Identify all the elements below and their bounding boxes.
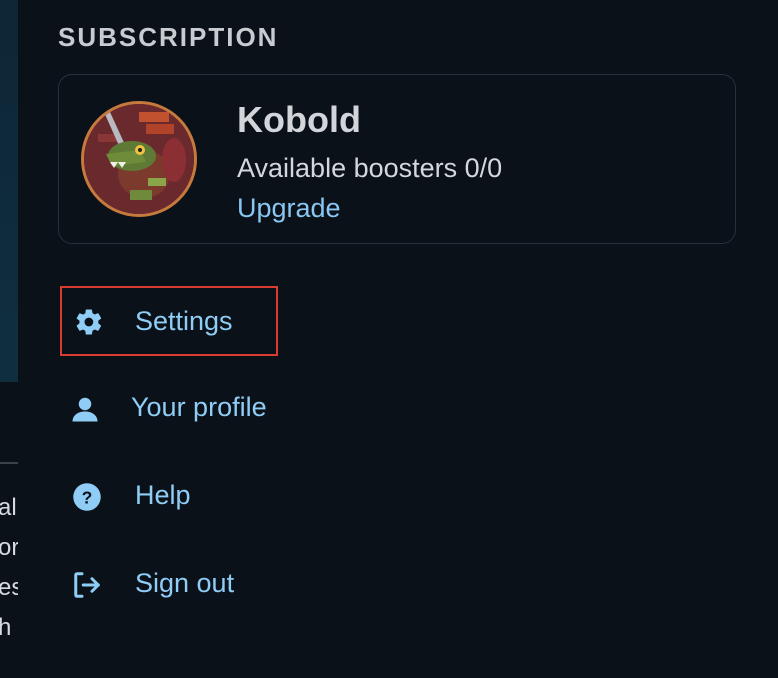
gear-icon (74, 307, 104, 337)
background-text-line: es (0, 574, 18, 601)
menu-item-settings[interactable]: Settings (60, 286, 278, 356)
menu-item-help[interactable]: ? Help (70, 478, 270, 518)
menu-item-label: Sign out (135, 568, 235, 598)
svg-text:?: ? (82, 487, 93, 507)
background-text: al or es h (0, 488, 18, 648)
background-text-line: h (0, 614, 12, 641)
plan-name: Kobold (237, 99, 361, 140)
menu-item-sign-out[interactable]: Sign out (70, 566, 310, 606)
kobold-avatar (81, 101, 197, 217)
background-text-line: or (0, 534, 18, 561)
account-menu: SUBSCRIPTION Kobold Available boosters 0… (18, 0, 778, 678)
background-text-line: al (0, 494, 17, 521)
menu-item-label: Help (135, 480, 191, 510)
background-panel (0, 0, 18, 382)
user-icon (70, 394, 100, 424)
upgrade-link[interactable]: Upgrade (237, 193, 341, 224)
menu-item-label: Settings (135, 306, 233, 336)
menu-item-your-profile[interactable]: Your profile (70, 390, 330, 430)
sign-out-icon (72, 570, 102, 600)
section-title: SUBSCRIPTION (58, 22, 279, 52)
help-circle-icon: ? (72, 482, 102, 512)
subscription-card: Kobold Available boosters 0/0 Upgrade (58, 74, 736, 244)
available-boosters: Available boosters 0/0 (237, 153, 503, 183)
background-divider (0, 462, 18, 464)
menu-item-label: Your profile (131, 392, 267, 422)
kobold-avatar-icon (84, 104, 194, 214)
